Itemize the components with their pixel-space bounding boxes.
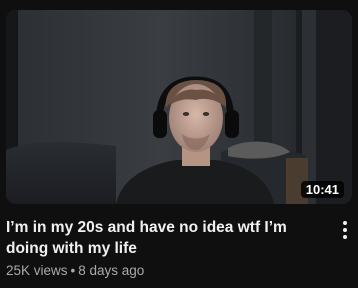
view-count: 25K views [6,263,68,278]
video-thumbnail[interactable]: 10:41 [6,10,352,204]
video-metadata: 25K views • 8 days ago [6,262,144,280]
more-vert-icon[interactable] [338,219,352,241]
video-card[interactable]: 10:41 I’m in my 20s and have no idea wtf… [0,0,358,288]
thumbnail-image [6,10,352,204]
duration-badge: 10:41 [300,181,344,198]
menu-dot [343,221,347,225]
meta-separator: • [70,263,76,278]
upload-age: 8 days ago [78,263,145,278]
video-title[interactable]: I’m in my 20s and have no idea wtf I’m d… [6,217,324,259]
menu-dot [343,228,347,232]
menu-dot [343,235,347,239]
